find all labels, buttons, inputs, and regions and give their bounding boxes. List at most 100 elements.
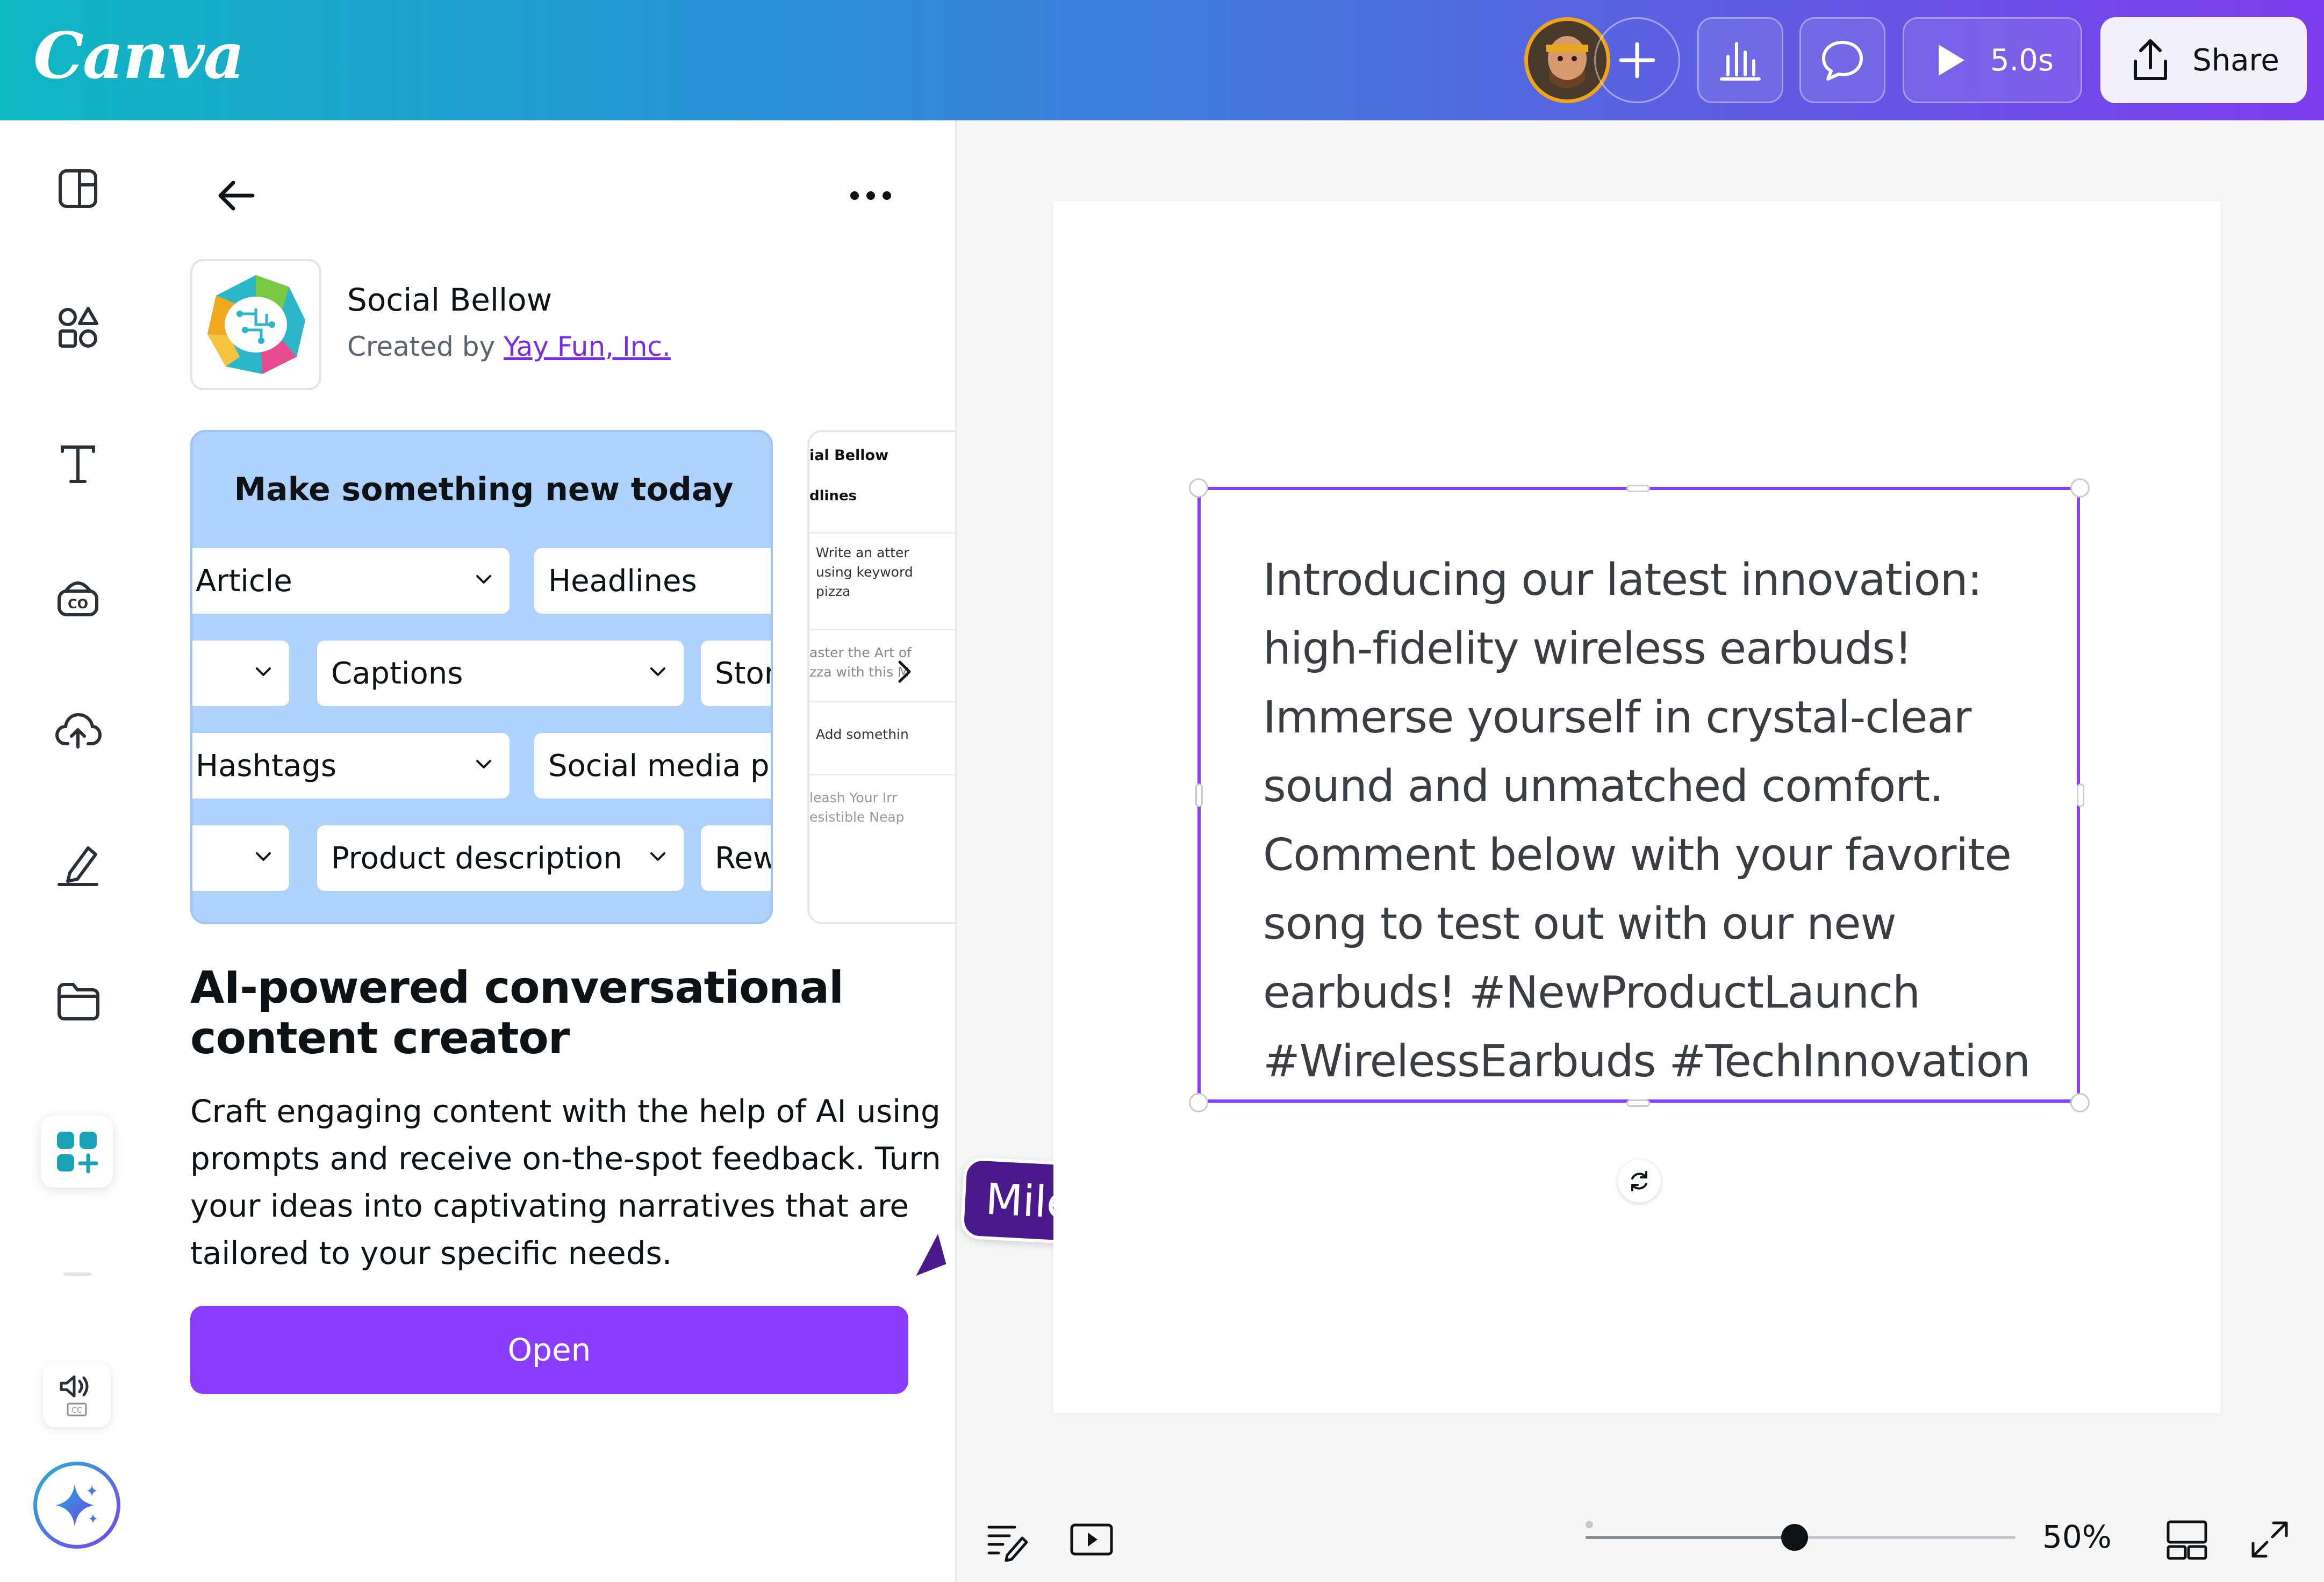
notes-button[interactable] [984,1516,1030,1563]
add-collaborator-button[interactable] [1594,17,1680,103]
resize-handle-left[interactable] [1195,783,1203,807]
preview-chip: Headlines [534,548,771,614]
resize-handle-right[interactable] [2077,783,2084,807]
preview-chip-label: Rew [715,840,773,876]
fullscreen-button[interactable] [2247,1516,2293,1563]
editor-footer [957,1483,2324,1582]
preview-chip-label: Stor [715,656,773,691]
plus-icon [1619,42,1655,78]
preview-chip-label: Product description [331,840,622,876]
app-preview-secondary[interactable]: ial Bellow dlines Write an atter using k… [807,430,955,924]
preview-chip: Article [192,548,510,614]
preview2-subtitle: dlines [809,488,857,504]
cloud-upload-icon [55,713,102,749]
resize-handle-top-right[interactable] [2070,478,2090,498]
resize-handle-bottom-right[interactable] [2070,1093,2090,1112]
canvas-text-content[interactable]: Introducing our latest innovation: high-… [1263,546,2037,1096]
preview2-line: Add somethin [816,727,909,742]
rail-audio-captions[interactable]: CC [43,1363,111,1427]
more-options-button[interactable] [838,169,903,222]
top-bar: Canva 5.0s Share [0,0,2324,120]
preview-chip-label: Article [196,563,292,599]
arrow-left-icon [218,181,255,211]
back-button[interactable] [204,163,269,228]
preview-chip: Stor [701,641,773,706]
preview2-divider [809,701,955,702]
rail-design-templates[interactable] [48,159,107,218]
chevron-down-icon [256,852,271,861]
share-upload-icon [2134,39,2168,80]
rail-projects[interactable] [48,972,107,1031]
brain-circuit-logo-icon [207,275,305,374]
canva-logo[interactable]: Canva [33,18,245,93]
created-by-prefix: Created by [347,331,504,362]
rail-uploads[interactable] [48,701,107,760]
preview2-line: esistible Neap [809,809,905,825]
app-creator: Created by Yay Fun, Inc. [347,331,671,362]
resize-handle-bottom[interactable] [1626,1099,1650,1107]
timer-label: 5.0s [1990,42,2054,78]
rail-elements[interactable] [48,298,107,357]
bar-chart-icon [1720,42,1761,81]
preview2-line: pizza [816,584,851,599]
magic-assistant-button[interactable] [33,1462,120,1549]
pen-draw-icon [58,846,98,886]
comments-button[interactable] [1799,17,1885,103]
preview2-title: ial Bellow [809,447,889,464]
timer-playback-button[interactable] [1068,1516,1115,1563]
app-headline: AI-powered conversational content creato… [190,962,844,1064]
app-details-panel: Social Bellow Created by Yay Fun, Inc. M… [156,120,957,1582]
preview-chip: Hashtags [192,733,510,799]
preview-chip [192,641,289,706]
brand-kit-icon: CO [58,581,98,616]
notes-pen-icon [987,1526,1028,1562]
preview2-line: using keyword [816,564,913,580]
insights-button[interactable] [1697,17,1783,103]
play-icon [1938,45,1964,76]
chevron-down-icon [650,667,665,676]
app-name: Social Bellow [347,282,553,318]
more-dots-icon [850,191,891,200]
resize-handle-top-left[interactable] [1189,478,1208,498]
rotate-icon [1631,1171,1647,1191]
zoom-slider-thumb[interactable] [1781,1524,1808,1551]
rail-apps[interactable] [41,1116,113,1188]
preview-title: Make something new today [234,471,734,508]
layout-icon [59,169,97,208]
preview-next-button[interactable] [889,656,921,688]
play-box-icon [1070,1523,1113,1556]
resize-handle-top[interactable] [1626,485,1650,492]
preview2-line: leash Your Irr [809,790,898,806]
text-icon [61,445,95,483]
rail-brand[interactable]: CO [48,567,107,627]
share-label: Share [2192,42,2279,78]
preview2-divider [809,629,955,630]
chevron-right-icon [898,660,911,683]
open-app-button[interactable]: Open [190,1306,908,1394]
expand-icon [2251,1521,2288,1558]
preview2-line: Write an atter [816,545,909,560]
rotate-handle[interactable] [1618,1160,1661,1203]
shapes-icon [59,307,98,348]
svg-text:CC: CC [71,1406,82,1415]
resize-handle-bottom-left[interactable] [1189,1093,1208,1112]
rail-divider [63,1272,91,1276]
zoom-slider-fill [1586,1536,1794,1539]
preview-chip-label: Social media pos [548,748,771,783]
creator-link[interactable]: Yay Fun, Inc. [504,331,671,362]
share-button[interactable]: Share [2100,17,2307,103]
zoom-level[interactable]: 50% [2042,1519,2112,1555]
rail-draw[interactable] [48,835,107,894]
zoom-min-marker [1586,1521,1593,1528]
preview-chip: Product description [317,825,684,891]
present-button[interactable]: 5.0s [1903,17,2082,103]
rail-text[interactable] [48,434,107,493]
preview-chip-label: Hashtags [196,748,337,783]
page-grid-view-button[interactable] [2163,1516,2211,1563]
grid-view-icon [2167,1520,2207,1560]
app-description: Craft engaging content with the help of … [190,1093,941,1271]
app-preview-main[interactable]: Make something new today Article Headlin… [190,430,773,924]
sparkle-icon [55,1484,97,1527]
comment-icon [1822,41,1863,81]
preview-chip: Rew [701,825,773,891]
